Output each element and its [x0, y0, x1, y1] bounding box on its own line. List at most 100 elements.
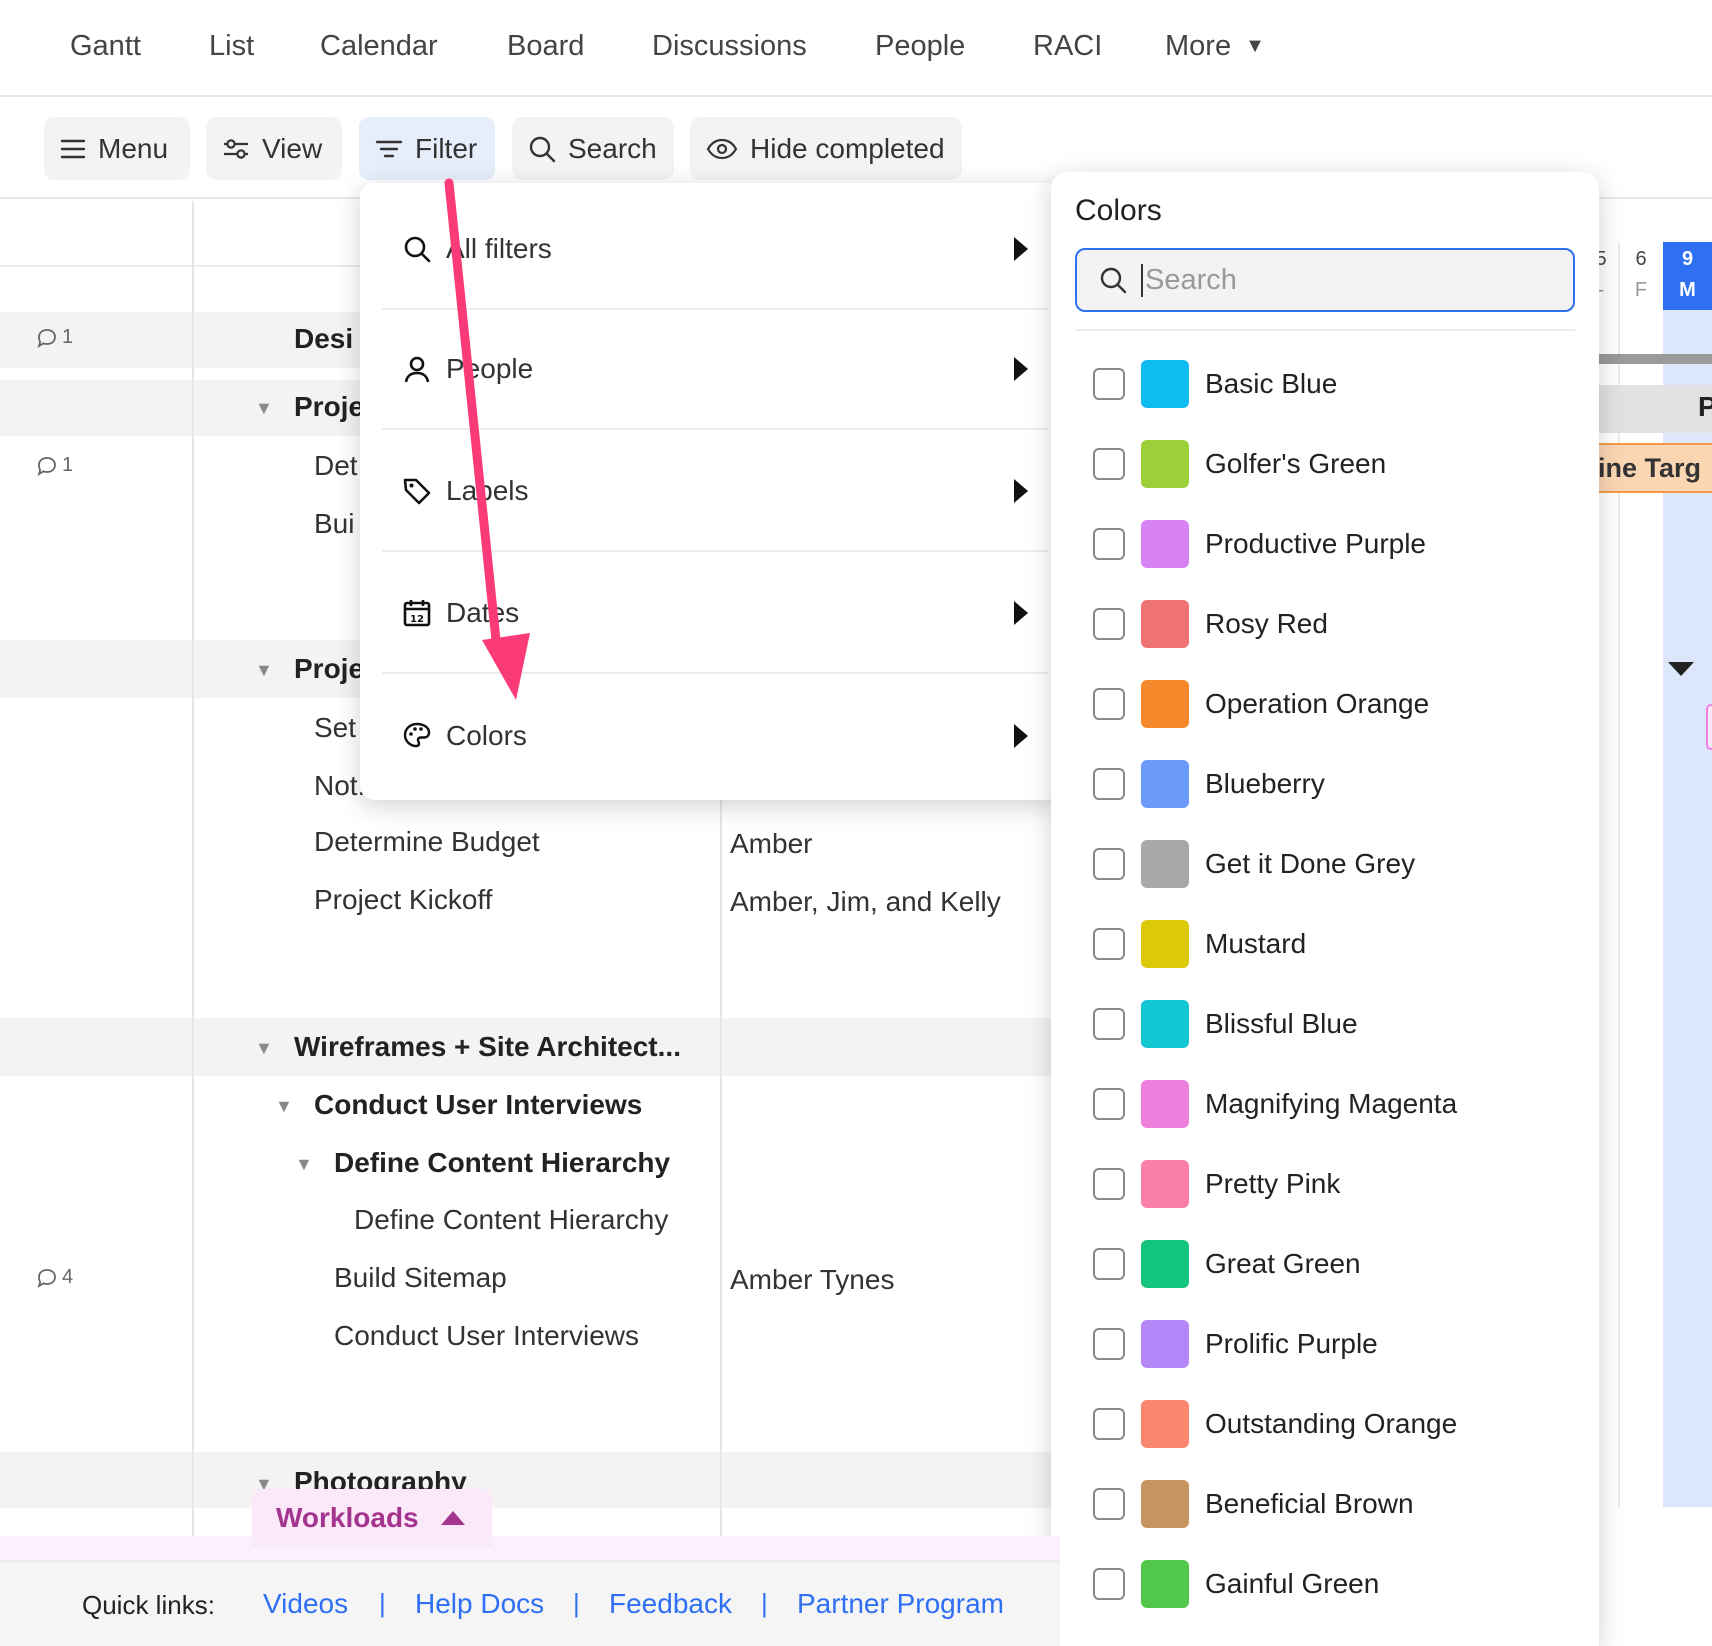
link-help-docs[interactable]: Help Docs — [415, 1588, 544, 1620]
view-button[interactable]: View — [206, 117, 342, 180]
task-name[interactable]: Determine Budget — [314, 826, 540, 858]
gantt-caret-icon — [1668, 662, 1694, 676]
color-checkbox[interactable] — [1093, 1008, 1125, 1040]
comment-count[interactable]: 1 — [36, 454, 73, 477]
task-group-name[interactable]: Define Content Hierarchy — [334, 1147, 670, 1179]
search-icon — [402, 234, 442, 264]
colors-search[interactable] — [1075, 248, 1575, 312]
color-checkbox[interactable] — [1093, 1088, 1125, 1120]
color-option[interactable]: Mustard — [1093, 920, 1306, 968]
task-group-name[interactable]: Proje — [294, 391, 364, 423]
gantt-task-bar[interactable] — [1706, 704, 1712, 750]
tab-calendar[interactable]: Calendar — [320, 30, 438, 63]
color-checkbox[interactable] — [1093, 1488, 1125, 1520]
tab-people[interactable]: People — [875, 30, 965, 63]
color-option[interactable]: Prolific Purple — [1093, 1320, 1378, 1368]
collapse-triangle-icon[interactable]: ▼ — [255, 398, 273, 419]
color-swatch — [1141, 520, 1189, 568]
color-option[interactable]: Outstanding Orange — [1093, 1400, 1457, 1448]
tab-more[interactable]: More ▼ — [1165, 30, 1265, 63]
link-separator: | — [379, 1588, 386, 1618]
color-option[interactable]: Blueberry — [1093, 760, 1325, 808]
color-swatch — [1141, 1560, 1189, 1608]
calendar-icon: 12 — [402, 598, 442, 628]
color-checkbox[interactable] — [1093, 848, 1125, 880]
task-name[interactable]: Set — [314, 712, 356, 744]
link-videos[interactable]: Videos — [263, 1588, 348, 1620]
task-name[interactable]: Conduct User Interviews — [334, 1320, 639, 1352]
menu-button[interactable]: Menu — [44, 117, 190, 180]
task-name[interactable]: Not. — [314, 770, 365, 802]
gantt-task-bar[interactable]: ine Targ — [1590, 443, 1712, 493]
color-option-label: Operation Orange — [1205, 688, 1430, 719]
color-option[interactable]: Beneficial Brown — [1093, 1480, 1414, 1528]
color-option[interactable]: Rosy Red — [1093, 600, 1328, 648]
color-checkbox[interactable] — [1093, 448, 1125, 480]
color-checkbox[interactable] — [1093, 1408, 1125, 1440]
task-name[interactable]: Build Sitemap — [334, 1262, 507, 1294]
collapse-triangle-icon[interactable]: ▼ — [275, 1096, 293, 1117]
hide-completed-button[interactable]: Hide completed — [690, 117, 962, 180]
tab-list[interactable]: List — [209, 30, 254, 63]
color-option[interactable]: Basic Blue — [1093, 360, 1337, 408]
filter-button[interactable]: Filter — [359, 117, 495, 180]
task-name[interactable]: Bui — [314, 508, 354, 540]
color-checkbox[interactable] — [1093, 1248, 1125, 1280]
color-checkbox[interactable] — [1093, 368, 1125, 400]
filter-dates[interactable]: 12 Dates — [382, 554, 1048, 674]
tab-board[interactable]: Board — [507, 30, 584, 63]
color-checkbox[interactable] — [1093, 928, 1125, 960]
task-name[interactable]: Det — [314, 450, 358, 482]
color-checkbox[interactable] — [1093, 608, 1125, 640]
color-checkbox[interactable] — [1093, 1168, 1125, 1200]
comment-count[interactable]: 4 — [36, 1266, 73, 1289]
link-partner-program[interactable]: Partner Program — [797, 1588, 1004, 1620]
comment-count-value: 1 — [62, 326, 74, 348]
search-button[interactable]: Search — [512, 117, 674, 180]
assignee[interactable]: Amber Tynes — [730, 1264, 894, 1296]
task-group-name[interactable]: Desi — [294, 323, 353, 355]
color-option[interactable]: Productive Purple — [1093, 520, 1426, 568]
tab-gantt[interactable]: Gantt — [70, 30, 141, 63]
color-option[interactable]: Gainful Green — [1093, 1560, 1379, 1608]
color-option[interactable]: Golfer's Green — [1093, 440, 1386, 488]
collapse-triangle-icon[interactable]: ▼ — [255, 1038, 273, 1059]
color-option-label: Outstanding Orange — [1205, 1408, 1458, 1439]
color-option-label: Rosy Red — [1205, 608, 1328, 639]
color-option[interactable]: Magnifying Magenta — [1093, 1080, 1457, 1128]
tab-more-label: More — [1165, 30, 1232, 62]
search-icon — [529, 136, 556, 162]
comment-count[interactable]: 1 — [36, 326, 73, 349]
assignee[interactable]: Amber — [730, 828, 812, 860]
link-feedback[interactable]: Feedback — [609, 1588, 732, 1620]
assignee[interactable]: Amber, Jim, and Kelly — [730, 886, 1001, 918]
color-checkbox[interactable] — [1093, 768, 1125, 800]
collapse-triangle-icon[interactable]: ▼ — [295, 1154, 313, 1175]
task-group-name[interactable]: Conduct User Interviews — [314, 1089, 642, 1121]
color-swatch — [1141, 440, 1189, 488]
summary-bar[interactable] — [1598, 354, 1712, 364]
filter-people[interactable]: People — [382, 310, 1048, 430]
color-option[interactable]: Pretty Pink — [1093, 1160, 1340, 1208]
filter-colors[interactable]: Colors — [382, 676, 1048, 796]
workloads-toggle[interactable]: Workloads — [252, 1489, 492, 1547]
workloads-strip — [0, 1536, 1060, 1562]
task-name[interactable]: Define Content Hierarchy — [354, 1204, 668, 1236]
tab-discussions[interactable]: Discussions — [652, 30, 807, 63]
color-option[interactable]: Get it Done Grey — [1093, 840, 1415, 888]
tab-raci[interactable]: RACI — [1033, 30, 1102, 63]
color-checkbox[interactable] — [1093, 1328, 1125, 1360]
color-option[interactable]: Great Green — [1093, 1240, 1361, 1288]
colors-search-input[interactable] — [1141, 263, 1541, 297]
color-option[interactable]: Blissful Blue — [1093, 1000, 1358, 1048]
color-checkbox[interactable] — [1093, 528, 1125, 560]
collapse-triangle-icon[interactable]: ▼ — [255, 660, 273, 681]
color-checkbox[interactable] — [1093, 688, 1125, 720]
filter-labels[interactable]: Labels — [382, 432, 1048, 552]
task-group-name[interactable]: Wireframes + Site Architect... — [294, 1031, 681, 1063]
color-checkbox[interactable] — [1093, 1568, 1125, 1600]
task-name[interactable]: Project Kickoff — [314, 884, 492, 916]
filter-all-filters[interactable]: All filters — [382, 190, 1048, 310]
color-option[interactable]: Operation Orange — [1093, 680, 1429, 728]
task-group-name[interactable]: Proje — [294, 653, 364, 685]
